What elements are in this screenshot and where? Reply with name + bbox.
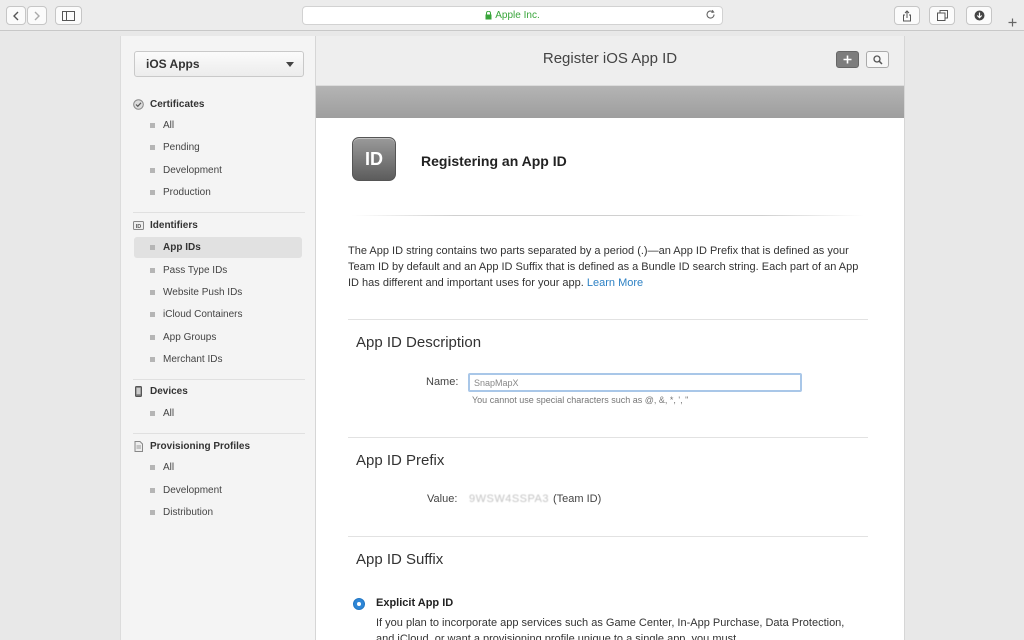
sidebar-item-profiles-development[interactable]: Development <box>134 480 302 501</box>
sidebar-item-label: Development <box>163 485 222 496</box>
app-type-label: iOS Apps <box>146 57 200 71</box>
explicit-app-id-label: Explicit App ID <box>376 597 454 609</box>
explicit-app-id-radio[interactable] <box>353 598 365 610</box>
sidebar-item-certificates-development[interactable]: Development <box>134 160 302 181</box>
chevron-left-icon <box>13 11 19 20</box>
section-devices: Devices <box>133 383 188 399</box>
address-bar[interactable]: Apple Inc. <box>302 6 723 25</box>
url-text: Apple Inc. <box>495 10 540 21</box>
sidebar-item-label: iCloud Containers <box>163 309 243 320</box>
sidebar-item-profiles-all[interactable]: All <box>134 457 302 478</box>
certificate-icon <box>133 98 144 110</box>
browser-toolbar: Apple Inc. <box>0 0 1024 31</box>
sidebar-item-merchant-ids[interactable]: Merchant IDs <box>134 349 302 370</box>
sidebar-icon <box>62 10 75 21</box>
sidebar-item-label: App IDs <box>163 242 201 253</box>
sidebar-divider <box>133 379 305 380</box>
sidebar-item-profiles-distribution[interactable]: Distribution <box>134 502 302 523</box>
add-button[interactable] <box>836 51 859 68</box>
learn-more-link[interactable]: Learn More <box>587 277 643 289</box>
sidebar-item-website-push-ids[interactable]: Website Push IDs <box>134 282 302 303</box>
section-title: Devices <box>150 385 188 397</box>
section-identifiers: ID Identifiers <box>133 217 198 233</box>
plus-icon <box>1008 18 1016 27</box>
sidebar-item-certificates-all[interactable]: All <box>134 115 302 136</box>
header-band <box>316 86 904 118</box>
back-button[interactable] <box>6 6 26 25</box>
page-title: Register iOS App ID <box>542 50 678 67</box>
team-id-value: 9WSW4SSPA3 (Team ID) <box>469 493 601 505</box>
sidebar-item-label: Distribution <box>163 507 214 518</box>
reload-icon[interactable] <box>705 9 716 20</box>
caret-down-icon <box>286 62 294 67</box>
sidebar-item-certificates-pending[interactable]: Pending <box>134 137 302 158</box>
sidebar-item-label: Pass Type IDs <box>163 265 228 276</box>
sidebar: iOS Apps Certificates All Pending Develo… <box>120 36 316 640</box>
section-title: Provisioning Profiles <box>150 440 251 452</box>
sidebar-item-app-groups[interactable]: App Groups <box>134 327 302 348</box>
prefix-section-title: App ID Prefix <box>356 452 445 469</box>
sidebar-item-label: Production <box>163 187 211 198</box>
title-divider <box>352 215 864 216</box>
tabs-overview-button[interactable] <box>929 6 955 25</box>
search-icon <box>872 54 883 65</box>
suffix-section-title: App ID Suffix <box>356 551 444 568</box>
section-provisioning-profiles: Provisioning Profiles <box>133 438 250 454</box>
sidebar-divider <box>133 212 305 213</box>
section-title: Identifiers <box>150 219 198 231</box>
sidebar-item-label: All <box>163 408 175 419</box>
section-divider <box>348 437 868 438</box>
share-button[interactable] <box>894 6 920 25</box>
team-id: 9WSW4SSPA3 <box>469 493 549 505</box>
sidebar-item-pass-type-ids[interactable]: Pass Type IDs <box>134 260 302 281</box>
sidebar-divider <box>133 433 305 434</box>
value-label: Value: <box>427 493 458 505</box>
plus-icon <box>843 55 852 64</box>
team-id-suffix: (Team ID) <box>553 493 602 505</box>
section-divider <box>348 319 868 320</box>
download-icon <box>974 10 984 21</box>
sidebar-item-app-ids[interactable]: App IDs <box>134 237 302 258</box>
explicit-app-id-description: If you plan to incorporate app services … <box>376 617 845 640</box>
panel-edge <box>904 36 905 640</box>
id-badge-icon: ID <box>133 220 144 231</box>
sidebar-item-label: Merchant IDs <box>163 354 223 365</box>
lock-icon <box>485 11 492 20</box>
forward-button[interactable] <box>27 6 47 25</box>
sidebar-item-label: Website Push IDs <box>163 287 243 298</box>
app-type-select[interactable]: iOS Apps <box>134 51 304 77</box>
intro-text: The App ID string contains two parts sep… <box>348 243 868 291</box>
sidebar-item-label: All <box>163 462 175 473</box>
document-icon <box>133 440 144 452</box>
sidebar-item-icloud-containers[interactable]: iCloud Containers <box>134 304 302 325</box>
name-label: Name: <box>426 376 459 388</box>
section-divider <box>348 536 868 537</box>
description-section-title: App ID Description <box>356 334 482 351</box>
main-panel: Register iOS App ID ID Registering an Ap… <box>316 36 904 640</box>
sidebar-item-label: All <box>163 120 175 131</box>
sidebar-item-label: Development <box>163 165 222 176</box>
search-button[interactable] <box>866 51 889 68</box>
registering-title: Registering an App ID <box>421 153 567 169</box>
sidebar-toggle-button[interactable] <box>55 6 82 25</box>
app-id-icon-text: ID <box>365 148 383 169</box>
svg-text:ID: ID <box>136 223 142 229</box>
sidebar-item-label: Pending <box>163 142 200 153</box>
sidebar-item-label: App Groups <box>163 332 217 343</box>
section-certificates: Certificates <box>133 96 204 112</box>
tabs-icon <box>936 10 948 21</box>
downloads-button[interactable] <box>966 6 992 25</box>
new-tab-button[interactable] <box>1000 14 1024 31</box>
name-input[interactable] <box>468 373 802 392</box>
device-icon <box>133 385 144 397</box>
sidebar-item-devices-all[interactable]: All <box>134 403 302 424</box>
sidebar-item-certificates-production[interactable]: Production <box>134 182 302 203</box>
name-hint: You cannot use special characters such a… <box>472 395 689 405</box>
chevron-right-icon <box>34 11 40 20</box>
share-icon <box>903 9 911 21</box>
section-title: Certificates <box>150 98 205 110</box>
main-header: Register iOS App ID <box>316 36 904 86</box>
app-id-icon: ID <box>352 137 396 181</box>
